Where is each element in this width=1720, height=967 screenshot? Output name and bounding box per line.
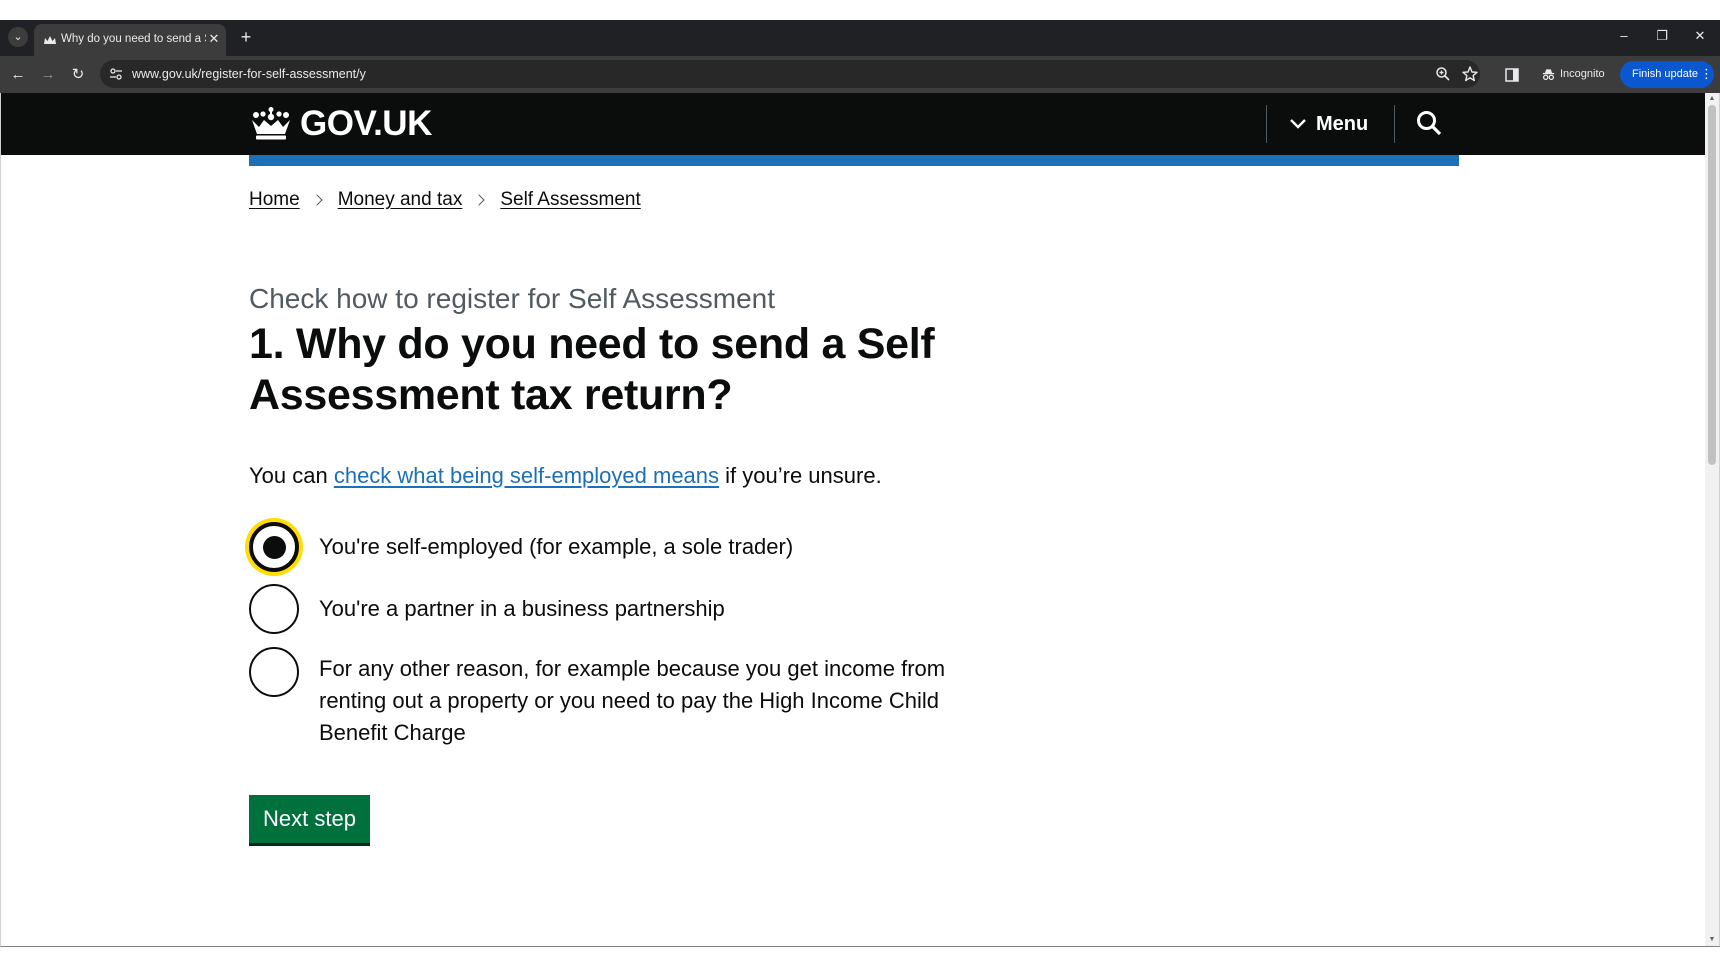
crown-icon bbox=[252, 107, 290, 140]
breadcrumb-home[interactable]: Home bbox=[249, 189, 300, 211]
header-blue-bar bbox=[249, 155, 1459, 166]
radio-button[interactable] bbox=[249, 647, 299, 697]
self-employed-help-link[interactable]: check what being self-employed means bbox=[334, 463, 719, 488]
window-close-button[interactable]: ✕ bbox=[1688, 26, 1712, 46]
active-tab[interactable]: Why do you need to send a Self ✕ bbox=[34, 24, 226, 56]
tab-title: Why do you need to send a Self bbox=[61, 33, 206, 45]
intro-suffix: if you’re unsure. bbox=[719, 463, 882, 488]
incognito-badge[interactable]: Incognito bbox=[1533, 61, 1611, 88]
menu-label: Menu bbox=[1316, 112, 1369, 135]
radio-button-selected[interactable] bbox=[249, 522, 299, 572]
chevron-down-icon bbox=[1290, 119, 1306, 129]
govuk-logo-link[interactable]: GOV.UK bbox=[248, 103, 432, 145]
restore-button[interactable]: ❐ bbox=[1650, 26, 1674, 46]
scroll-thumb[interactable] bbox=[1708, 105, 1716, 465]
reload-button[interactable]: ↻ bbox=[67, 64, 89, 86]
chevron-right-icon bbox=[311, 194, 323, 206]
finish-update-button[interactable]: Finish update ⋮ bbox=[1620, 61, 1714, 88]
header-divider bbox=[1394, 105, 1395, 143]
browser-chrome: ⌄ Why do you need to send a Self ✕ + – ❐… bbox=[0, 20, 1720, 93]
side-panel-icon[interactable] bbox=[1503, 66, 1521, 84]
intro-text: You can check what being self-employed m… bbox=[249, 463, 882, 489]
new-tab-button[interactable]: + bbox=[236, 27, 256, 47]
finish-update-label: Finish update bbox=[1632, 68, 1699, 80]
star-icon[interactable] bbox=[1461, 65, 1479, 83]
radio-option-partner[interactable]: You're a partner in a business partnersh… bbox=[249, 584, 979, 634]
next-step-button[interactable]: Next step bbox=[249, 795, 370, 843]
address-bar[interactable]: www.gov.uk/register-for-self-assessment/… bbox=[100, 60, 1480, 88]
forward-button[interactable]: → bbox=[37, 64, 59, 86]
radio-button[interactable] bbox=[249, 584, 299, 634]
radio-label[interactable]: You're a partner in a business partnersh… bbox=[319, 584, 979, 634]
screen-top-margin bbox=[0, 0, 1720, 20]
radio-option-other-reason[interactable]: For any other reason, for example becaus… bbox=[249, 647, 979, 749]
gov-header: GOV.UK Menu bbox=[1, 93, 1707, 155]
zoom-icon[interactable] bbox=[1434, 65, 1452, 83]
page-title: 1. Why do you need to send a Self Assess… bbox=[249, 320, 935, 419]
search-icon[interactable] bbox=[1415, 109, 1443, 137]
govuk-logo-text: GOV.UK bbox=[300, 104, 432, 143]
browser-toolbar: ← → ↻ www.gov.uk/register-for-self-asses… bbox=[0, 56, 1720, 93]
minimize-button[interactable]: – bbox=[1612, 26, 1636, 46]
incognito-label: Incognito bbox=[1560, 68, 1605, 80]
chevron-right-icon bbox=[473, 194, 485, 206]
radio-label[interactable]: For any other reason, for example becaus… bbox=[319, 647, 979, 749]
scroll-up-icon[interactable]: ▲ bbox=[1707, 94, 1717, 104]
scroll-down-icon[interactable]: ▼ bbox=[1707, 935, 1717, 945]
radio-label[interactable]: You're self-employed (for example, a sol… bbox=[319, 522, 979, 572]
site-info-icon[interactable] bbox=[108, 66, 124, 82]
tab-close-icon[interactable]: ✕ bbox=[206, 31, 222, 47]
breadcrumb-self-assessment[interactable]: Self Assessment bbox=[500, 189, 640, 211]
menu-button[interactable]: Menu bbox=[1289, 109, 1368, 139]
url-text[interactable]: www.gov.uk/register-for-self-assessment/… bbox=[132, 67, 366, 81]
radio-option-self-employed[interactable]: You're self-employed (for example, a sol… bbox=[249, 522, 979, 572]
screen-bottom-margin bbox=[0, 947, 1720, 967]
tab-bar: ⌄ Why do you need to send a Self ✕ + – ❐… bbox=[0, 20, 1720, 56]
crown-favicon-icon bbox=[44, 36, 56, 44]
tab-list-button[interactable]: ⌄ bbox=[8, 27, 28, 47]
incognito-icon bbox=[1542, 69, 1555, 80]
back-button[interactable]: ← bbox=[7, 64, 29, 86]
breadcrumb-money-and-tax[interactable]: Money and tax bbox=[338, 189, 463, 211]
vertical-scrollbar[interactable]: ▲ ▼ bbox=[1705, 93, 1719, 946]
more-options-icon[interactable]: ⋮ bbox=[1700, 66, 1713, 82]
breadcrumb: Home Money and tax Self Assessment bbox=[249, 189, 641, 211]
intro-prefix: You can bbox=[249, 463, 334, 488]
page-viewport: GOV.UK Menu Home Money and tax Self Asse… bbox=[0, 93, 1720, 947]
header-divider bbox=[1266, 105, 1267, 143]
page-caption: Check how to register for Self Assessmen… bbox=[249, 283, 775, 314]
